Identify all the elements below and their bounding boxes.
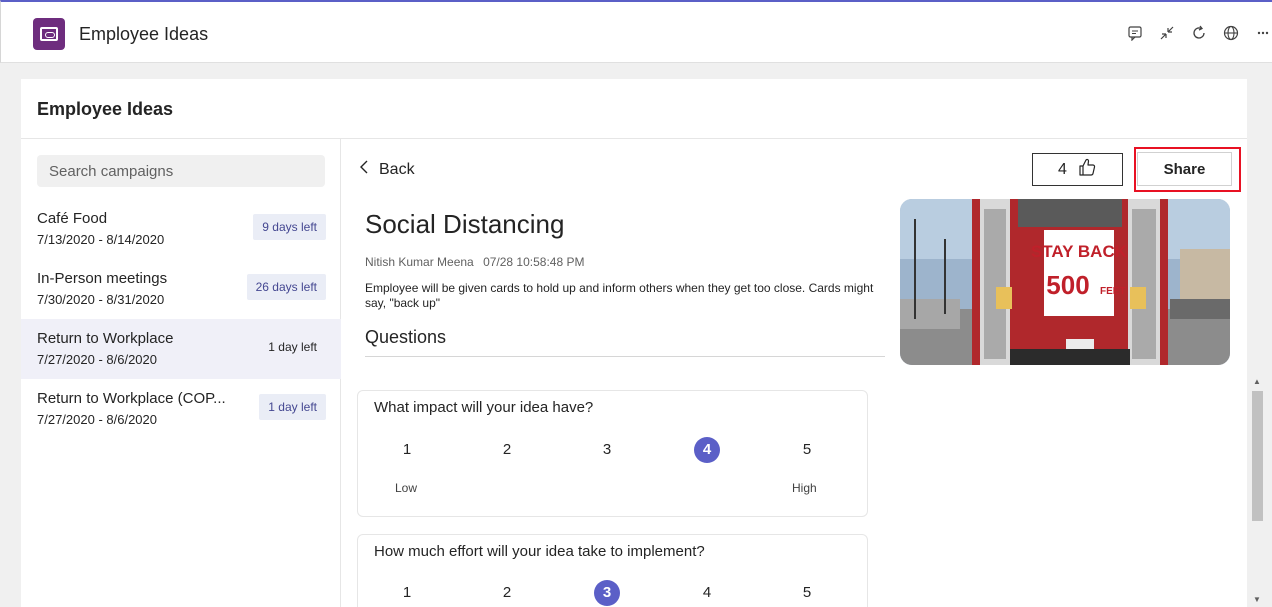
rating-option-1[interactable]: 1 <box>394 437 420 463</box>
more-options-icon[interactable] <box>1254 24 1272 42</box>
rating-option-3[interactable]: 3 <box>594 437 620 463</box>
chevron-left-icon <box>359 159 369 180</box>
scale-low-label: Low <box>395 481 418 495</box>
campaign-name: Return to Workplace (COP... <box>37 390 226 407</box>
rating-option-5[interactable]: 5 <box>794 580 820 606</box>
idea-image: STAY BACK 500 FEET <box>900 199 1230 365</box>
share-button[interactable]: Share <box>1137 152 1232 186</box>
chat-icon[interactable] <box>1126 24 1144 42</box>
app-icon <box>33 18 65 50</box>
scroll-up-icon[interactable]: ▲ <box>1253 377 1261 386</box>
like-button[interactable]: 4 <box>1032 153 1123 186</box>
days-left-badge: 9 days left <box>253 214 326 240</box>
scrollbar-thumb[interactable] <box>1252 391 1263 521</box>
search-input[interactable] <box>37 155 325 187</box>
rating-option-2[interactable]: 2 <box>494 437 520 463</box>
campaign-item-cafe-food[interactable]: Café Food 7/13/2020 - 8/14/2020 9 days l… <box>21 199 341 259</box>
rating-option-2[interactable]: 2 <box>494 580 520 606</box>
author-name: Nitish Kumar Meena <box>365 255 474 269</box>
question-text: What impact will your idea have? <box>374 399 594 416</box>
campaign-name: Café Food <box>37 210 108 227</box>
scale-high-label: High <box>792 481 817 495</box>
app-header: Employee Ideas <box>0 0 1272 63</box>
rating-option-4[interactable]: 4 <box>694 437 720 463</box>
back-button[interactable]: Back <box>359 159 415 180</box>
refresh-icon[interactable] <box>1190 24 1208 42</box>
back-label: Back <box>379 160 415 178</box>
campaign-name: In-Person meetings <box>37 270 168 287</box>
days-left-badge: 1 day left <box>259 394 326 420</box>
days-left-badge: 1 day left <box>268 340 317 354</box>
collapse-icon[interactable] <box>1158 24 1176 42</box>
rating-option-1[interactable]: 1 <box>394 580 420 606</box>
question-card: What impact will your idea have? 1 2 3 4… <box>357 390 868 517</box>
rating-option-5[interactable]: 5 <box>794 437 820 463</box>
question-card: How much effort will your idea take to i… <box>357 534 868 607</box>
scroll-down-icon[interactable]: ▼ <box>1253 595 1261 604</box>
idea-title: Social Distancing <box>365 209 565 239</box>
idea-timestamp: 07/28 10:58:48 PM <box>483 255 585 269</box>
globe-icon[interactable] <box>1222 24 1240 42</box>
campaign-name: Return to Workplace <box>37 330 174 347</box>
header-actions <box>1126 24 1272 42</box>
idea-meta: Nitish Kumar Meena 07/28 10:58:48 PM <box>365 255 584 269</box>
campaign-item-return-to-workplace[interactable]: Return to Workplace 7/27/2020 - 8/6/2020… <box>21 319 341 379</box>
idea-detail: Back 4 Share Social Distancing Nitish Ku… <box>341 139 1266 607</box>
app-title: Employee Ideas <box>79 24 209 44</box>
idea-description: Employee will be given cards to hold up … <box>365 281 874 310</box>
questions-heading: Questions <box>365 327 885 357</box>
like-count: 4 <box>1058 160 1067 178</box>
sign-line2: 500 <box>1046 270 1089 300</box>
days-left-badge: 26 days left <box>246 274 326 300</box>
sign-line3: FEET <box>1100 286 1126 297</box>
main-panel: Employee Ideas Café Food 7/13/2020 - 8/1… <box>21 79 1266 607</box>
content-scrollbar[interactable]: ▲ ▼ <box>1249 373 1266 607</box>
thumbs-up-icon <box>1077 157 1097 182</box>
campaign-item-return-to-workplace-cop[interactable]: Return to Workplace (COP... 7/27/2020 - … <box>21 379 341 439</box>
campaign-sidebar: Café Food 7/13/2020 - 8/14/2020 9 days l… <box>21 139 341 607</box>
rating-option-4[interactable]: 4 <box>694 580 720 606</box>
question-text: How much effort will your idea take to i… <box>374 543 705 560</box>
rating-option-3[interactable]: 3 <box>594 580 620 606</box>
campaign-item-in-person-meetings[interactable]: In-Person meetings 7/30/2020 - 8/31/2020… <box>21 259 341 319</box>
sign-line1: STAY BACK <box>1031 242 1128 261</box>
panel-title: Employee Ideas <box>21 79 1247 139</box>
